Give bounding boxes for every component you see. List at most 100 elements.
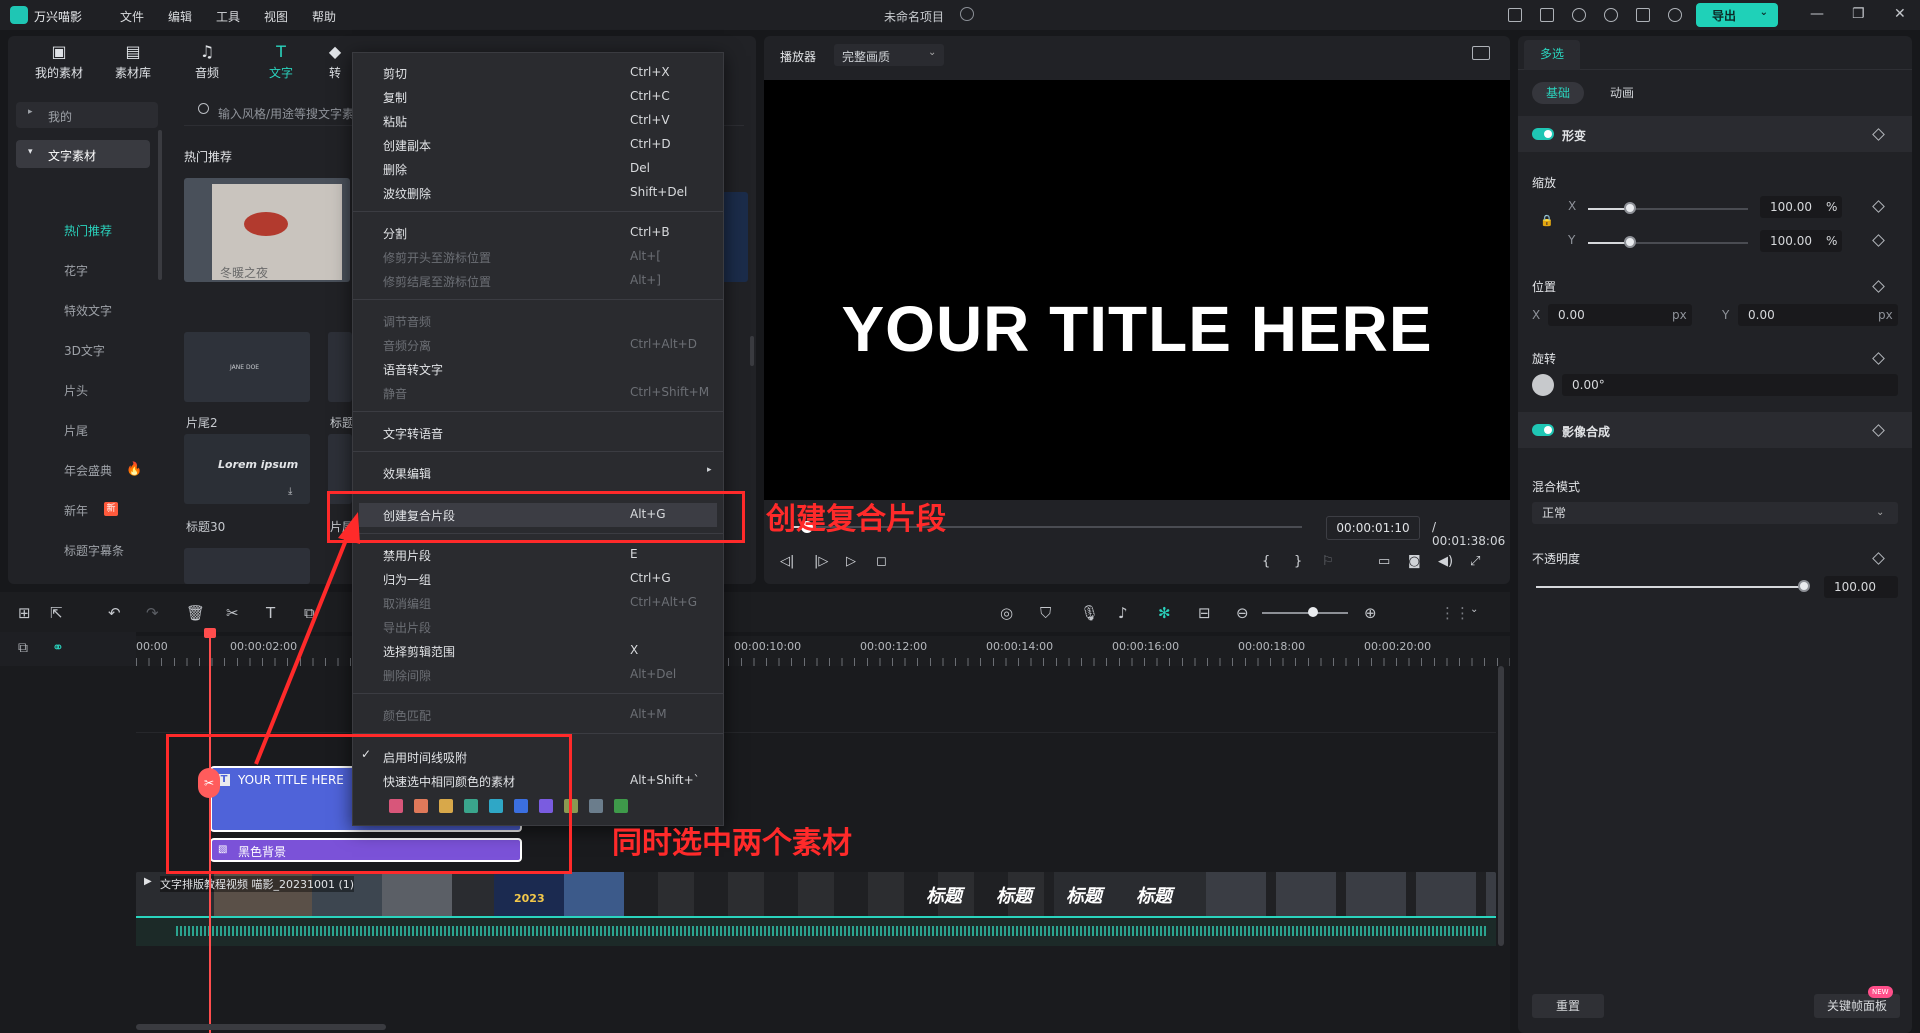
fullscreen-icon[interactable]: ⤢ <box>1470 554 1480 569</box>
quality-select[interactable]: 完整画质 ⌄ <box>834 44 944 66</box>
tab-library[interactable]: ▤ 素材库 <box>98 44 168 81</box>
mark-out-icon[interactable]: } <box>1294 554 1302 569</box>
opacity-input[interactable]: 100.00 <box>1824 576 1898 598</box>
nav-hot[interactable]: 热门推荐 <box>64 222 112 239</box>
keyframe-diamond-icon[interactable] <box>1872 200 1885 213</box>
card-ending-2[interactable]: JANE DOE <box>184 332 310 402</box>
subtab-animation[interactable]: 动画 <box>1596 82 1648 104</box>
grid-icon[interactable] <box>1636 8 1650 22</box>
scale-y-slider[interactable] <box>1588 242 1748 244</box>
download-icon[interactable]: ⤓ <box>288 486 292 497</box>
menu-edit[interactable]: 编辑 <box>168 8 192 25</box>
grid-view-icon[interactable]: ⋮⋮ <box>1440 604 1470 622</box>
player-tab[interactable]: 播放器 <box>780 48 816 65</box>
nav-scrollbar[interactable] <box>158 130 162 280</box>
tab-my-media[interactable]: ▣ 我的素材 <box>24 44 94 81</box>
hot-card-1[interactable]: 冬暖之夜 <box>184 178 350 282</box>
export-button[interactable]: 导出 ⌄ <box>1696 3 1778 27</box>
chevron-down-icon[interactable]: ⌄ <box>1470 604 1478 615</box>
scale-y-input[interactable]: 100.00 % <box>1760 230 1842 252</box>
menu-item-disable-clip[interactable]: 禁用片段 <box>383 547 431 564</box>
menu-item-speech-to-text[interactable]: 语音转文字 <box>383 361 443 378</box>
ai-sync-icon[interactable]: ✻ <box>1158 604 1171 622</box>
menu-item-select-range[interactable]: 选择剪辑范围 <box>383 643 455 660</box>
delete-icon[interactable]: 🗑 <box>186 604 205 622</box>
stop-icon[interactable]: ◻ <box>876 554 887 569</box>
menu-view[interactable]: 视图 <box>264 8 288 25</box>
menu-item-ripple-delete[interactable]: 波纹删除 <box>383 185 431 202</box>
minimize-icon[interactable]: — <box>1810 6 1824 22</box>
layout-icon[interactable] <box>1508 8 1522 22</box>
render-icon[interactable]: ◎ <box>1000 604 1013 622</box>
tab-audio[interactable]: ♫ 音频 <box>172 44 242 81</box>
nav-ending[interactable]: 片尾 <box>64 422 88 439</box>
menu-item-cut[interactable]: 剪切 <box>383 65 407 82</box>
nav-effect-text[interactable]: 特效文字 <box>64 302 112 319</box>
undo-icon[interactable]: ↶ <box>108 604 121 622</box>
microphone-icon[interactable]: 🎙 <box>1080 604 1099 622</box>
account-icon[interactable] <box>1668 8 1682 22</box>
scale-x-knob[interactable] <box>1623 202 1636 214</box>
pos-x-input[interactable]: 0.00 px <box>1548 304 1692 326</box>
restore-icon[interactable]: ❐ <box>1852 6 1865 22</box>
rotation-dial-icon[interactable] <box>1532 374 1554 396</box>
nav-title-bar[interactable]: 标题字幕条 <box>64 542 124 559</box>
save-icon[interactable] <box>1540 8 1554 22</box>
prev-frame-icon[interactable]: ◁| <box>780 554 794 569</box>
chevron-down-icon[interactable]: ⌄ <box>1760 7 1768 18</box>
scale-x-input[interactable]: 100.00 % <box>1760 196 1842 218</box>
menu-item-copy[interactable]: 复制 <box>383 89 407 106</box>
rotation-input[interactable]: 0.00° <box>1562 374 1898 396</box>
card-title-partial[interactable] <box>328 332 352 402</box>
zoom-in-icon[interactable]: ⊕ <box>1364 604 1377 622</box>
timeline-hscroll[interactable] <box>136 1024 386 1030</box>
select-tool-icon[interactable]: ⇱ <box>50 604 63 622</box>
snapshot-view-icon[interactable] <box>1472 46 1490 60</box>
menu-item-text-to-speech[interactable]: 文字转语音 <box>383 425 443 442</box>
redo-icon[interactable]: ↷ <box>146 604 159 622</box>
shield-icon[interactable]: ⛉ <box>1040 604 1051 622</box>
play-icon[interactable]: ▷ <box>846 554 856 569</box>
tab-transition[interactable]: ◆ 转 <box>320 44 350 81</box>
playhead-handle[interactable] <box>204 628 216 638</box>
nav-mine[interactable]: ▸ 我的 <box>16 102 158 128</box>
split-screen-icon[interactable]: ⊟ <box>1198 604 1211 622</box>
flag-icon[interactable]: ⚐ <box>1322 554 1334 569</box>
keyframe-diamond-icon[interactable] <box>1872 552 1885 565</box>
zoom-out-icon[interactable]: ⊖ <box>1236 604 1249 622</box>
pos-y-input[interactable]: 0.00 px <box>1738 304 1898 326</box>
zoom-knob[interactable] <box>1308 607 1318 617</box>
opacity-slider[interactable] <box>1536 586 1804 588</box>
cloud-icon[interactable] <box>1572 8 1586 22</box>
tab-multi-select[interactable]: 多选 <box>1524 40 1580 70</box>
add-track-icon[interactable]: ⧉ <box>18 640 28 656</box>
layout-switch-icon[interactable]: ⊞ <box>18 604 31 622</box>
subtab-basic[interactable]: 基础 <box>1532 82 1584 104</box>
link-icon[interactable]: ⚭ <box>52 640 64 656</box>
color-swatch[interactable] <box>614 799 628 813</box>
headset-icon[interactable] <box>1604 8 1618 22</box>
voiceover-icon[interactable]: ♪ <box>1118 604 1128 622</box>
media-scrollbar[interactable] <box>750 336 754 366</box>
menu-tools[interactable]: 工具 <box>216 8 240 25</box>
mark-in-icon[interactable]: { <box>1262 554 1270 569</box>
menu-item-paste[interactable]: 粘贴 <box>383 113 407 130</box>
nav-3d-text[interactable]: 3D文字 <box>64 342 105 359</box>
tab-text[interactable]: T 文字 <box>246 44 316 81</box>
zoom-slider[interactable] <box>1262 612 1348 614</box>
menu-item-effect-edit[interactable]: 效果编辑 <box>383 465 431 482</box>
step-back-icon[interactable]: |▷ <box>814 554 828 569</box>
close-icon[interactable]: ✕ <box>1894 6 1906 22</box>
camera-icon[interactable]: ◙ <box>1408 554 1421 569</box>
keyframe-diamond-icon[interactable] <box>1872 280 1885 293</box>
scissors-icon[interactable]: ✂ <box>226 604 239 622</box>
nav-new-year[interactable]: 新年 <box>64 502 88 519</box>
nav-fancy-text[interactable]: 花字 <box>64 262 88 279</box>
nav-text-materials[interactable]: ▾ 文字素材 <box>16 140 150 168</box>
menu-help[interactable]: 帮助 <box>312 8 336 25</box>
main-video-clip[interactable]: 2023 标题 标题 标题 标题 ▶ 文字排版教程视频 喵影_20231001 … <box>136 872 1496 916</box>
scale-y-knob[interactable] <box>1623 236 1636 248</box>
menu-file[interactable]: 文件 <box>120 8 144 25</box>
color-swatch[interactable] <box>589 799 603 813</box>
nav-opener[interactable]: 片头 <box>64 382 88 399</box>
